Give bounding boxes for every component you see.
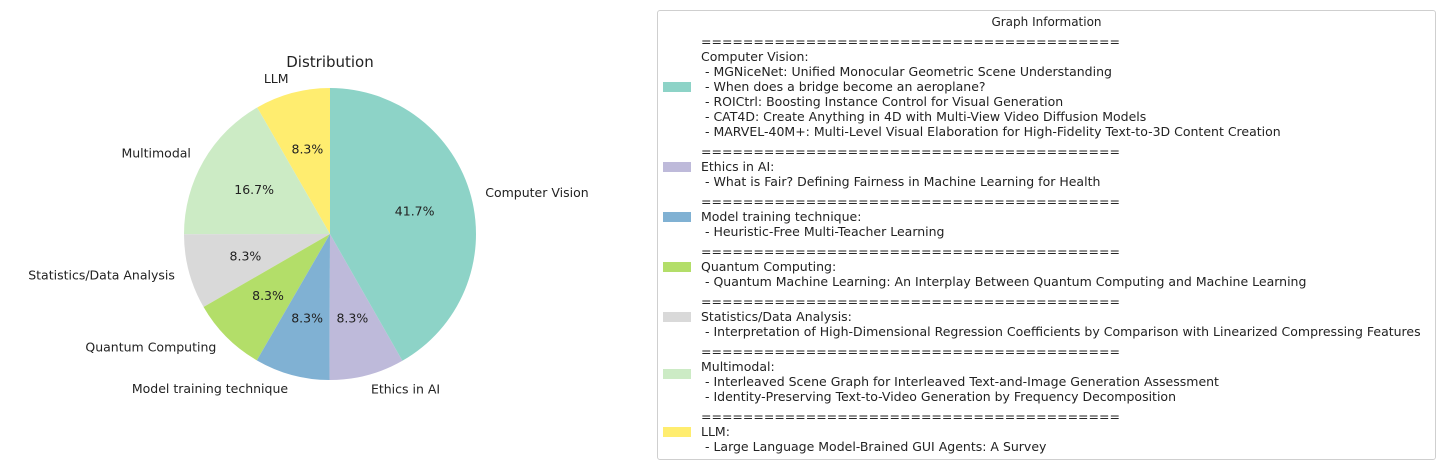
chart-title: Distribution [286, 53, 374, 71]
pie-chart: Distribution LLM 8.3% Multimodal 16.7% Stati… [28, 53, 588, 396]
legend-category-name: Ethics in AI: [701, 159, 775, 174]
slice-percent-label: 8.3% [291, 311, 323, 326]
legend-entry: ========================================… [658, 244, 1435, 289]
legend-entry: ========================================… [658, 34, 1435, 139]
legend-paper-title: - ROICtrl: Boosting Instance Control for… [701, 94, 1064, 109]
legend-paper-title: - Heuristic-Free Multi-Teacher Learning [701, 224, 945, 239]
slice-label: Computer Vision [485, 185, 588, 200]
slice-percent-label: 8.3% [292, 141, 324, 156]
legend-paper-title: - MGNiceNet: Unified Monocular Geometric… [701, 64, 1112, 79]
legend-swatch [663, 211, 691, 222]
legend-entry: ========================================… [658, 344, 1435, 404]
legend-swatch [663, 81, 691, 92]
legend-separator: ======================================== [701, 144, 1120, 159]
legend-separator: ======================================== [701, 194, 1120, 209]
legend-paper-title: - When does a bridge become an aeroplane… [701, 79, 986, 94]
slice-label: Model training technique [132, 381, 289, 396]
legend-swatch [663, 311, 691, 322]
legend-separator: ======================================== [701, 344, 1120, 359]
legend-separator: ======================================== [701, 294, 1120, 309]
legend-category-name: Multimodal: [701, 359, 775, 374]
legend-separator: ======================================== [701, 244, 1120, 259]
slice-percent-label: 8.3% [336, 311, 368, 326]
legend-swatch [663, 369, 691, 379]
legend-paper-title: - Identity-Preserving Text-to-Video Gene… [701, 389, 1176, 404]
legend-category-name: Model training technique: [701, 209, 862, 224]
slice-label: Quantum Computing [85, 339, 216, 354]
legend-paper-title: - MARVEL-40M+: Multi-Level Visual Elabor… [701, 124, 1281, 139]
legend: Graph Information ======================… [657, 10, 1436, 460]
legend-paper-title: - Interleaved Scene Graph for Interleave… [701, 374, 1219, 389]
legend-paper-title: - Quantum Machine Learning: An Interplay… [701, 274, 1307, 289]
legend-title: Graph Information [991, 15, 1102, 29]
legend-entry: ========================================… [658, 409, 1435, 454]
legend-entry: ========================================… [658, 194, 1435, 239]
legend-category-name: Statistics/Data Analysis: [701, 309, 852, 324]
slice-label: LLM [264, 71, 289, 86]
legend-swatch [663, 161, 691, 172]
legend-category-name: Computer Vision: [701, 49, 809, 64]
legend-separator: ======================================== [701, 409, 1120, 424]
legend-category-name: Quantum Computing: [701, 259, 837, 274]
slice-percent-label: 8.3% [230, 249, 262, 264]
legend-separator: ======================================== [701, 34, 1120, 49]
legend-swatch [663, 426, 691, 437]
slice-percent-label: 16.7% [234, 182, 274, 197]
legend-paper-title: - What is Fair? Defining Fairness in Mac… [701, 174, 1101, 189]
slice-label: Statistics/Data Analysis [28, 268, 175, 283]
legend-entry: ========================================… [658, 144, 1435, 189]
legend-paper-title: - Interpretation of High-Dimensional Reg… [701, 324, 1421, 339]
legend-paper-title: - Large Language Model-Brained GUI Agent… [701, 439, 1047, 454]
slice-label: Multimodal [121, 146, 190, 161]
slice-percent-label: 41.7% [395, 204, 435, 219]
legend-entry: ========================================… [658, 294, 1435, 339]
slice-percent-label: 8.3% [252, 288, 284, 303]
slice-label: Ethics in AI [371, 381, 440, 396]
legend-swatch [663, 261, 691, 272]
legend-category-name: LLM: [701, 424, 730, 439]
legend-paper-title: - CAT4D: Create Anything in 4D with Mult… [701, 109, 1147, 124]
